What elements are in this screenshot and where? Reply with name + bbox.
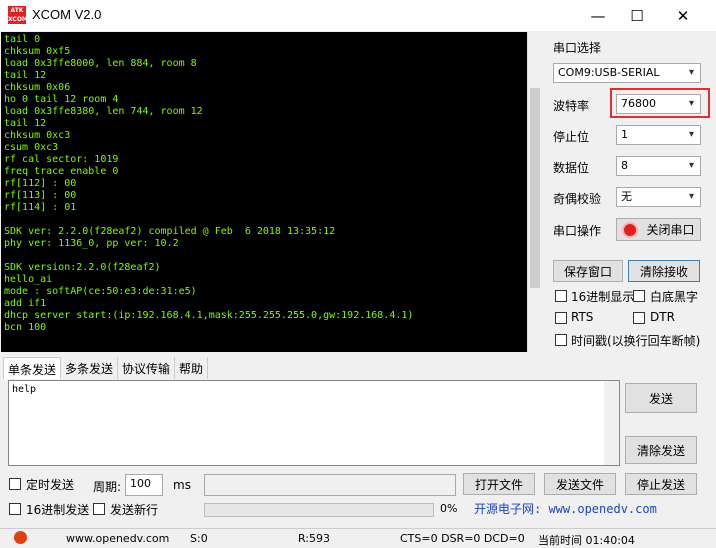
baud-label: 波特率 (553, 99, 590, 113)
hex-display-label: 16进制显示 (571, 290, 635, 304)
title-bar: ATK XCOM XCOM V2.0 — ☐ ✕ (0, 0, 716, 31)
terminal-line: chksum 0xf5 (4, 46, 71, 57)
terminal-line: chksum 0xc3 (4, 130, 71, 141)
terminal-line: dhcp server start:(ip:192.168.4.1,mask:2… (4, 310, 414, 321)
parity-label: 奇偶校验 (553, 192, 602, 206)
send-newline-checkbox[interactable] (93, 503, 105, 515)
send-newline-label: 发送新行 (110, 503, 159, 517)
stop-bits-select[interactable]: 1 ▾ (616, 125, 701, 145)
port-op-label: 串口操作 (553, 224, 602, 238)
parity-value: 无 (621, 190, 632, 203)
power-icon (622, 221, 639, 238)
open-file-button[interactable]: 打开文件 (463, 473, 535, 495)
stop-bits-label: 停止位 (553, 130, 590, 144)
terminal-line: chksum 0x06 (4, 82, 71, 93)
data-bits-label: 数据位 (553, 161, 590, 175)
clear-receive-button[interactable]: 清除接收 (628, 260, 700, 282)
send-button[interactable]: 发送 (625, 383, 697, 413)
port-label: 串口选择 (553, 41, 602, 55)
white-bg-label: 白底黑字 (650, 290, 699, 304)
status-received: R:593 (298, 532, 331, 545)
terminal-line: ho 0 tail 12 room 4 (4, 94, 119, 105)
hex-send-checkbox[interactable] (9, 503, 21, 515)
rts-label: RTS (571, 310, 594, 324)
white-bg-checkbox[interactable] (633, 290, 645, 302)
send-progress-bar (204, 503, 434, 517)
port-value: COM9:USB-SERIAL (558, 66, 660, 79)
hex-display-checkbox[interactable] (555, 290, 567, 302)
ms-label: ms (173, 478, 191, 492)
tab-single-send[interactable]: 单条发送 (3, 357, 62, 379)
data-bits-select[interactable]: 8 ▾ (616, 156, 701, 176)
chevron-down-icon: ▾ (688, 67, 694, 78)
app-logo-icon: ATK XCOM (8, 6, 28, 24)
progress-label: 0% (440, 502, 458, 515)
tab-protocol[interactable]: 协议传输 (118, 357, 176, 379)
parity-select[interactable]: 无 ▾ (616, 187, 701, 207)
data-bits-value: 8 (621, 159, 628, 172)
window-title: XCOM V2.0 (32, 7, 102, 22)
maximize-button[interactable]: ☐ (614, 0, 660, 31)
terminal-line: hello_ai (4, 274, 53, 285)
period-input[interactable]: 100 (125, 474, 163, 496)
terminal-line: csum 0xc3 (4, 142, 59, 153)
terminal-line: rf[114] : 01 (4, 202, 77, 213)
rts-checkbox[interactable] (555, 312, 567, 324)
terminal-line: mode : softAP(ce:50:e3:de:31:e5) (4, 286, 197, 297)
status-url[interactable]: www.openedv.com (66, 532, 169, 545)
send-scrollbar[interactable] (604, 381, 619, 465)
status-sent: S:0 (190, 532, 208, 545)
dtr-checkbox[interactable] (633, 312, 645, 324)
chevron-down-icon: ▾ (688, 191, 694, 202)
chevron-down-icon: ▾ (688, 129, 694, 140)
baud-highlight-box (610, 88, 710, 118)
stop-send-button[interactable]: 停止发送 (625, 473, 697, 495)
chevron-down-icon: ▾ (688, 160, 694, 171)
terminal-line: add if1 (4, 298, 47, 309)
brand-link[interactable]: 开源电子网: www.openedv.com (474, 500, 657, 517)
status-lines: CTS=0 DSR=0 DCD=0 (400, 532, 525, 545)
tab-help[interactable]: 帮助 (175, 357, 209, 379)
status-time: 当前时间 01:40:04 (538, 534, 635, 547)
terminal-line: rf[112] : 00 (4, 178, 77, 189)
tab-multi-send[interactable]: 多条发送 (61, 357, 119, 379)
hex-send-label: 16进制发送 (26, 503, 90, 517)
clear-send-button[interactable]: 清除发送 (625, 436, 697, 464)
send-tabs: 单条发送 多条发送 协议传输 帮助 (3, 357, 209, 379)
save-window-button[interactable]: 保存窗口 (553, 260, 623, 282)
timestamp-label: 时间戳(以换行回车断帧) (571, 334, 701, 348)
send-input[interactable]: help (8, 380, 620, 466)
close-port-label: 关闭串口 (646, 223, 695, 237)
terminal-line: freq trace enable 0 (4, 166, 119, 177)
terminal-line: load 0x3ffe8380, len 744, room 12 (4, 106, 203, 117)
settings-icon[interactable] (14, 531, 27, 544)
port-select[interactable]: COM9:USB-SERIAL ▾ (553, 63, 701, 83)
timed-send-label: 定时发送 (26, 478, 75, 492)
terminal-line: tail 0 (4, 34, 41, 45)
terminal-line: SDK ver: 2.2.0(f28eaf2) compiled @ Feb 6… (4, 226, 336, 237)
dtr-label: DTR (650, 310, 675, 324)
terminal-line: tail 12 (4, 70, 47, 81)
terminal-line: tail 12 (4, 118, 47, 129)
terminal-line: phy ver: 1136_0, pp ver: 10.2 (4, 238, 179, 249)
send-file-button[interactable]: 发送文件 (544, 473, 616, 495)
terminal-scroll-thumb[interactable] (530, 88, 540, 288)
stop-bits-value: 1 (621, 128, 628, 141)
timestamp-checkbox[interactable] (555, 334, 567, 346)
terminal-line: SDK version:2.2.0(f28eaf2) (4, 262, 161, 273)
status-bar: www.openedv.com S:0 R:593 CTS=0 DSR=0 DC… (0, 528, 716, 548)
terminal-line: bcn 100 (4, 322, 47, 333)
terminal-line: load 0x3ffe8000, len 884, room 8 (4, 58, 197, 69)
file-path-field[interactable] (204, 474, 456, 496)
period-label: 周期: (93, 480, 122, 494)
close-port-button[interactable]: 关闭串口 (616, 218, 701, 241)
receive-terminal[interactable]: tail 0 chksum 0xf5 load 0x3ffe8000, len 88… (1, 32, 527, 352)
close-button[interactable]: ✕ (660, 0, 706, 31)
timed-send-checkbox[interactable] (9, 478, 21, 490)
terminal-line: rf[113] : 00 (4, 190, 77, 201)
terminal-line: rf cal sector: 1019 (4, 154, 119, 165)
